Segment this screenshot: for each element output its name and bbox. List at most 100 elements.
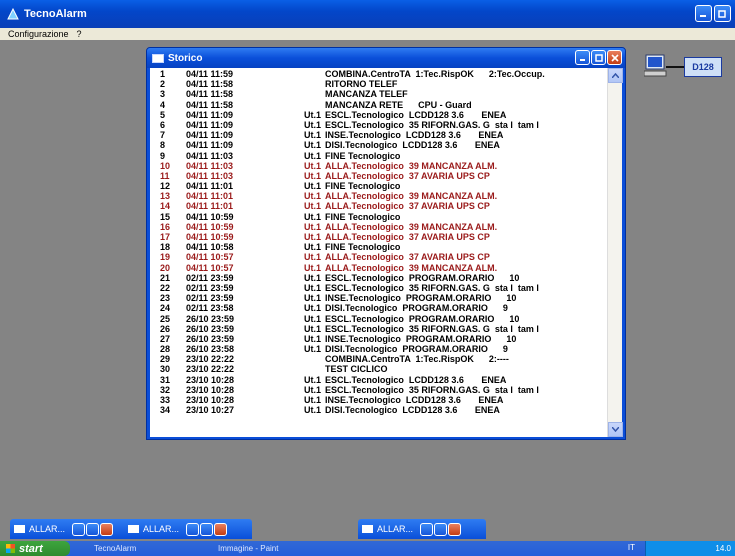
vertical-scrollbar[interactable] xyxy=(607,68,623,437)
window-icon xyxy=(14,525,25,533)
log-row[interactable]: 5 04/11 11:09 Ut.1 ESCL.Tecnologico LCDD128… xyxy=(150,110,605,120)
log-row[interactable]: 2 04/11 11:58 RITORNO TELEF xyxy=(150,79,605,89)
start-button[interactable]: start xyxy=(0,541,70,556)
log-row-number: 33 xyxy=(160,395,171,405)
taskbar-item-label: TecnoAlarm xyxy=(94,544,137,553)
log-row-datetime: 04/11 11:03 xyxy=(186,160,234,171)
log-row[interactable]: 32 23/10 10:28 Ut.1 ESCL.Tecnologico 35 RIF… xyxy=(150,385,605,395)
log-row-user: Ut.1 xyxy=(304,109,322,120)
device-connection[interactable]: D128 xyxy=(643,52,728,86)
log-row[interactable]: 17 04/11 10:59 Ut.1 ALLA.Tecnologico 37 AVA… xyxy=(150,232,605,242)
log-row[interactable]: 21 02/11 23:59 Ut.1 ESCL.Tecnologico PROGRA… xyxy=(150,273,605,283)
log-row-message: ALLA.Tecnologico 37 AVARIA UPS CP xyxy=(325,252,490,263)
scroll-up-button[interactable] xyxy=(608,68,623,83)
app-title-bar[interactable]: TecnoAlarm xyxy=(0,0,735,28)
log-row[interactable]: 30 23/10 22:22 TEST CICLICO xyxy=(150,364,605,374)
log-row[interactable]: 29 23/10 22:22 COMBINA.CentroTA 1:Tec.Risp… xyxy=(150,354,605,364)
log-row-message: ESCL.Tecnologico 35 RIFORN.GAS. G sta l … xyxy=(325,119,539,130)
log-row[interactable]: 12 04/11 11:01 Ut.1 FINE Tecnologico xyxy=(150,181,605,191)
taskbar-item-paint[interactable]: Immagine - Paint xyxy=(214,542,324,555)
clock[interactable]: 14.0 xyxy=(715,544,731,553)
log-row[interactable]: 18 04/11 10:58 Ut.1 FINE Tecnologico xyxy=(150,242,605,252)
log-row[interactable]: 19 04/11 10:57 Ut.1 ALLA.Tecnologico 37 AVA… xyxy=(150,252,605,262)
log-row[interactable]: 26 26/10 23:59 Ut.1 ESCL.Tecnologico 35 RIF… xyxy=(150,324,605,334)
log-row[interactable]: 7 04/11 11:09 Ut.1 INSE.Tecnologico LCDD128… xyxy=(150,130,605,140)
storico-title-bar[interactable]: Storico xyxy=(147,48,625,68)
log-row[interactable]: 28 26/10 23:58 Ut.1 DISI.Tecnologico PROGRA… xyxy=(150,344,605,354)
log-row-datetime: 04/11 10:57 xyxy=(186,262,234,273)
log-row[interactable]: 20 04/11 10:57 Ut.1 ALLA.Tecnologico 39 MAN… xyxy=(150,263,605,273)
log-row-message: COMBINA.CentroTA 1:Tec.RispOK 2:---- xyxy=(325,354,509,365)
log-row-message: DISI.Tecnologico PROGRAM.ORARIO 9 xyxy=(325,344,508,355)
log-row[interactable]: 11 04/11 11:03 Ut.1 ALLA.Tecnologico 37 AVA… xyxy=(150,171,605,181)
menu-configurazione[interactable]: Configurazione xyxy=(8,29,69,39)
maximize-button[interactable] xyxy=(86,522,99,536)
system-tray: 14.0 xyxy=(645,541,735,556)
storico-body: 1 04/11 11:59 COMBINA.CentroTA 1:Tec.RispO… xyxy=(150,68,623,437)
log-row-datetime: 04/11 11:03 xyxy=(186,150,234,161)
log-row[interactable]: 16 04/11 10:59 Ut.1 ALLA.Tecnologico 39 MAN… xyxy=(150,222,605,232)
minimized-window[interactable]: ALLAR... xyxy=(10,519,138,539)
log-row-number: 30 xyxy=(160,364,171,375)
log-row-message: DISI.Tecnologico PROGRAM.ORARIO 9 xyxy=(325,303,508,314)
minimized-window[interactable]: ALLAR... xyxy=(358,519,486,539)
log-row-number: 14 xyxy=(160,201,171,212)
log-row[interactable]: 13 04/11 11:01 Ut.1 ALLA.Tecnologico 39 MAN… xyxy=(150,191,605,201)
log-row[interactable]: 27 26/10 23:59 Ut.1 INSE.Tecnologico PROGRA… xyxy=(150,334,605,344)
log-row-number: 4 xyxy=(160,99,166,110)
storico-maximize-button[interactable] xyxy=(591,50,606,65)
log-row[interactable]: 25 26/10 23:59 Ut.1 ESCL.Tecnologico PROGRA… xyxy=(150,314,605,324)
log-row-datetime: 23/10 22:22 xyxy=(186,364,235,375)
log-row[interactable]: 34 23/10 10:27 Ut.1 DISI.Tecnologico LCDD12… xyxy=(150,405,605,415)
log-row-message: ESCL.Tecnologico 35 RIFORN.GAS. G sta l … xyxy=(325,384,539,395)
log-row-message: ALLA.Tecnologico 39 MANCANZA ALM. xyxy=(325,191,498,202)
log-row[interactable]: 10 04/11 11:03 Ut.1 ALLA.Tecnologico 39 MAN… xyxy=(150,161,605,171)
log-row[interactable]: 4 04/11 11:58 MANCANZA RETE CPU - Guard xyxy=(150,100,605,110)
log-row[interactable]: 1 04/11 11:59 COMBINA.CentroTA 1:Tec.RispO… xyxy=(150,69,605,79)
event-log-list[interactable]: 1 04/11 11:59 COMBINA.CentroTA 1:Tec.RispO… xyxy=(150,68,605,437)
log-row-user: Ut.1 xyxy=(304,140,322,151)
taskbar-item-tecnoalarm[interactable]: TecnoAlarm xyxy=(90,542,190,555)
log-row[interactable]: 6 04/11 11:09 Ut.1 ESCL.Tecnologico 35 RIFO… xyxy=(150,120,605,130)
log-row-datetime: 26/10 23:59 xyxy=(186,323,235,334)
log-row-user: Ut.1 xyxy=(304,191,322,202)
storico-minimize-button[interactable] xyxy=(575,50,590,65)
log-row[interactable]: 22 02/11 23:59 Ut.1 ESCL.Tecnologico 35 RIF… xyxy=(150,283,605,293)
restore-button[interactable] xyxy=(420,522,433,536)
log-row[interactable]: 14 04/11 11:01 Ut.1 ALLA.Tecnologico 37 AVA… xyxy=(150,201,605,211)
restore-button[interactable] xyxy=(72,522,85,536)
log-row[interactable]: 15 04/11 10:59 Ut.1 FINE Tecnologico xyxy=(150,212,605,222)
maximize-button[interactable] xyxy=(200,522,213,536)
storico-close-button[interactable] xyxy=(607,50,622,65)
minimized-window[interactable]: ALLAR... xyxy=(124,519,252,539)
log-row-user: Ut.1 xyxy=(304,232,322,242)
log-row[interactable]: 8 04/11 11:09 Ut.1 DISI.Tecnologico LCDD128… xyxy=(150,140,605,150)
close-button[interactable] xyxy=(214,522,227,536)
log-row-message: COMBINA.CentroTA 1:Tec.RispOK 2:Tec.Occu… xyxy=(325,69,545,79)
log-row[interactable]: 9 04/11 11:03 Ut.1 FINE Tecnologico xyxy=(150,151,605,161)
log-row-message: INSE.Tecnologico PROGRAM.ORARIO 10 xyxy=(325,333,517,344)
language-indicator[interactable]: IT xyxy=(628,543,635,552)
maximize-button[interactable] xyxy=(434,522,447,536)
log-row[interactable]: 3 04/11 11:58 MANCANZA TELEF xyxy=(150,89,605,99)
log-row[interactable]: 23 02/11 23:59 Ut.1 INSE.Tecnologico PROGRA… xyxy=(150,293,605,303)
log-row[interactable]: 33 23/10 10:28 Ut.1 INSE.Tecnologico LCDD12… xyxy=(150,395,605,405)
log-row-message: FINE Tecnologico xyxy=(325,242,401,253)
log-row-user: Ut.1 xyxy=(304,313,322,324)
window-icon xyxy=(152,53,164,63)
app-logo-icon xyxy=(6,7,20,21)
scroll-down-button[interactable] xyxy=(608,422,623,437)
close-button[interactable] xyxy=(100,522,113,536)
app-title: TecnoAlarm xyxy=(24,8,87,20)
log-row-number: 19 xyxy=(160,252,171,263)
log-row[interactable]: 31 23/10 10:28 Ut.1 ESCL.Tecnologico LCDD12… xyxy=(150,375,605,385)
log-row-datetime: 23/10 10:28 xyxy=(186,384,235,395)
restore-button[interactable] xyxy=(186,522,199,536)
minimize-button[interactable] xyxy=(695,5,712,22)
close-button[interactable] xyxy=(448,522,461,536)
log-row-number: 34 xyxy=(160,405,171,416)
log-row-message: ALLA.Tecnologico 39 MANCANZA ALM. xyxy=(325,160,498,171)
restore-button[interactable] xyxy=(714,5,731,22)
menu-help[interactable]: ? xyxy=(77,29,82,39)
log-row[interactable]: 24 02/11 23:58 Ut.1 DISI.Tecnologico PROGRA… xyxy=(150,303,605,313)
